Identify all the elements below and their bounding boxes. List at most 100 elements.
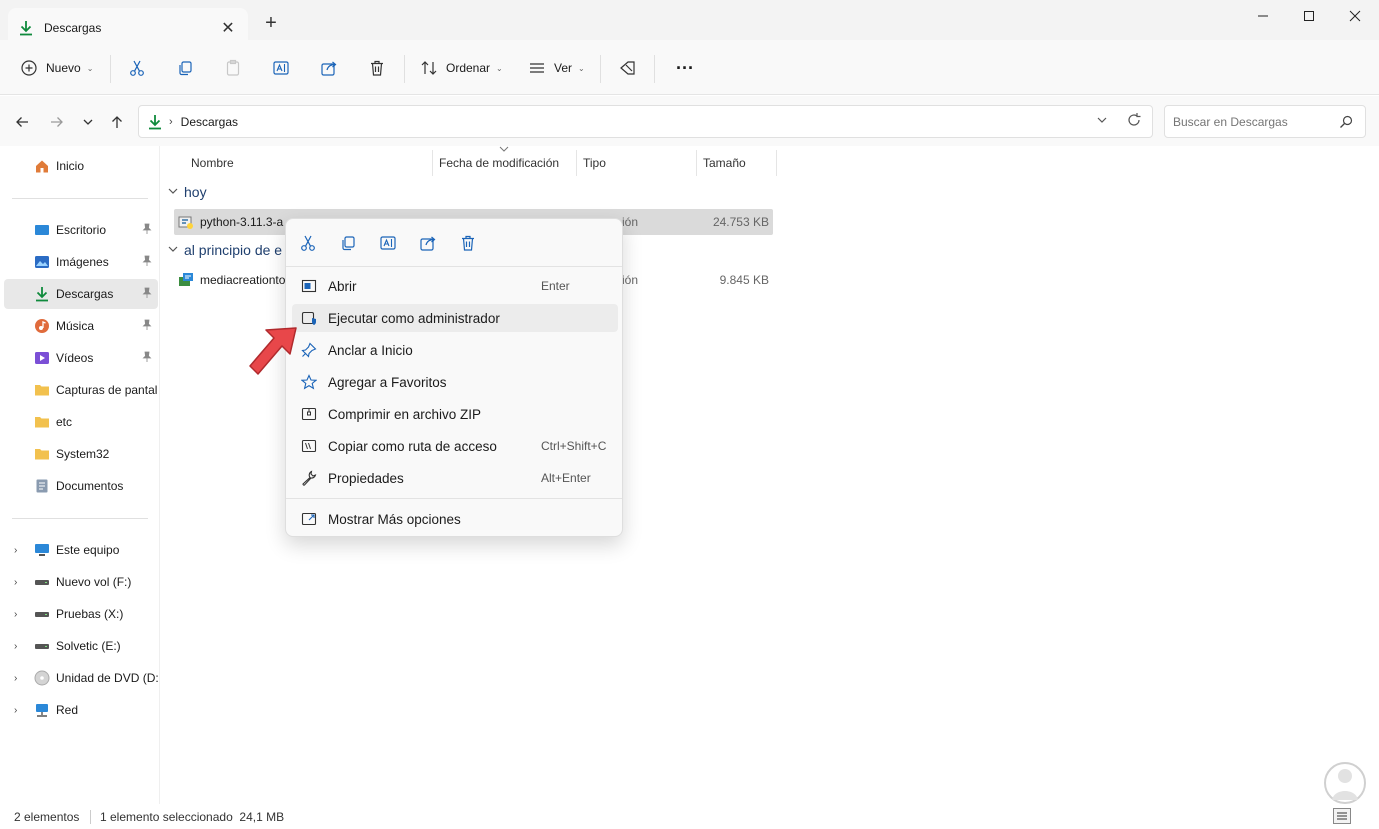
sidebar-item-label: System32 — [56, 447, 110, 461]
address-dropdown-icon[interactable] — [1096, 114, 1108, 129]
sidebar-item-imagenes[interactable]: Imágenes — [4, 247, 158, 277]
sidebar-divider — [12, 198, 148, 199]
chevron-right-icon[interactable]: › — [14, 577, 17, 588]
sidebar-item-videos[interactable]: Vídeos — [4, 343, 158, 373]
chevron-down-icon — [168, 245, 178, 256]
star-icon — [300, 373, 318, 391]
status-bar: 2 elementos 1 elemento seleccionado 24,1… — [0, 804, 1379, 829]
desktop-icon — [35, 225, 49, 235]
status-divider — [90, 810, 91, 824]
breadcrumb-chevron-icon: › — [169, 115, 173, 128]
admin-shield-icon — [300, 309, 318, 327]
breadcrumb[interactable]: Descargas — [181, 115, 238, 129]
sidebar-item-documentos[interactable]: Documentos — [4, 471, 158, 501]
column-divider[interactable] — [776, 150, 777, 176]
menu-item-properties[interactable]: Propiedades Alt+Enter — [292, 464, 618, 492]
media-creation-tool-icon — [179, 273, 193, 286]
sidebar-item-etc[interactable]: etc — [4, 407, 158, 437]
menu-item-open[interactable]: Abrir Enter — [292, 272, 618, 300]
chevron-right-icon[interactable]: › — [14, 545, 17, 556]
clean-button[interactable] — [618, 54, 636, 82]
copy-action[interactable] — [338, 233, 358, 253]
column-header-modified[interactable]: Fecha de modificación — [439, 152, 559, 174]
sort-button[interactable]: Ordenar ⌄ — [420, 54, 503, 82]
menu-item-copy-path[interactable]: Copiar como ruta de acceso Ctrl+Shift+C — [292, 432, 618, 460]
sidebar-item-este-equipo[interactable]: › Este equipo — [4, 535, 158, 565]
chevron-down-icon: ⌄ — [496, 63, 503, 73]
delete-action[interactable] — [458, 233, 478, 253]
search-box[interactable] — [1164, 105, 1366, 138]
address-bar[interactable]: › Descargas — [138, 105, 1153, 138]
copy-icon — [179, 61, 192, 76]
chevron-right-icon[interactable]: › — [14, 673, 17, 684]
close-window-button[interactable] — [1332, 0, 1378, 32]
group-header-earlier[interactable]: al principio de e — [168, 242, 282, 258]
menu-item-compress-zip[interactable]: Comprimir en archivo ZIP — [292, 400, 618, 428]
view-button[interactable]: Ver ⌄ — [528, 54, 585, 82]
column-divider[interactable] — [576, 150, 577, 176]
new-tab-button[interactable]: + — [260, 12, 282, 34]
column-header-name[interactable]: Nombre — [191, 152, 234, 174]
recent-locations-button[interactable] — [78, 112, 98, 132]
sidebar-item-musica[interactable]: Música — [4, 311, 158, 341]
pin-icon[interactable] — [142, 255, 152, 267]
more-options-button[interactable]: ··· — [676, 54, 694, 82]
share-action[interactable] — [418, 233, 438, 253]
menu-item-label: Anclar a Inicio — [328, 342, 413, 358]
pin-icon[interactable] — [142, 319, 152, 331]
chevron-right-icon[interactable]: › — [14, 641, 17, 652]
sidebar-item-system32[interactable]: System32 — [4, 439, 158, 469]
search-input[interactable] — [1173, 114, 1333, 129]
file-name: mediacreationto — [200, 273, 286, 287]
rename-button[interactable] — [272, 54, 290, 82]
sidebar-item-dvd[interactable]: › Unidad de DVD (D:) — [4, 663, 158, 693]
cut-button[interactable] — [128, 54, 146, 82]
computer-icon — [35, 544, 49, 556]
group-header-today[interactable]: hoy — [168, 184, 207, 200]
menu-item-show-more-options[interactable]: Mostrar Más opciones — [292, 505, 618, 533]
context-menu: Abrir Enter Ejecutar como administrador … — [285, 218, 623, 537]
file-size: 24.753 KB — [712, 215, 769, 229]
close-tab-button[interactable]: ✕ — [218, 18, 238, 38]
minimize-button[interactable] — [1240, 0, 1286, 32]
rename-action[interactable] — [378, 233, 398, 253]
copy-button[interactable] — [176, 54, 194, 82]
column-divider[interactable] — [432, 150, 433, 176]
menu-item-run-as-admin[interactable]: Ejecutar como administrador — [292, 304, 618, 332]
menu-item-pin-to-start[interactable]: Anclar a Inicio — [292, 336, 618, 364]
column-header-size[interactable]: Tamaño — [703, 152, 746, 174]
address-row: › Descargas — [0, 96, 1379, 146]
sidebar-item-solvetic[interactable]: › Solvetic (E:) — [4, 631, 158, 661]
menu-item-add-favorites[interactable]: Agregar a Favoritos — [292, 368, 618, 396]
pin-icon[interactable] — [142, 287, 152, 299]
arrow-up-icon — [112, 116, 122, 128]
share-button[interactable] — [320, 54, 338, 82]
forward-button[interactable] — [47, 112, 67, 132]
tab-title: Descargas — [44, 21, 102, 35]
sidebar-item-capturas[interactable]: Capturas de pantall — [4, 375, 158, 405]
chevron-right-icon[interactable]: › — [14, 609, 17, 620]
sidebar-item-home[interactable]: Inicio — [4, 151, 158, 181]
sidebar-item-pruebas[interactable]: › Pruebas (X:) — [4, 599, 158, 629]
sort-icon — [421, 61, 437, 75]
back-button[interactable] — [12, 112, 32, 132]
sidebar-item-nuevo-vol[interactable]: › Nuevo vol (F:) — [4, 567, 158, 597]
paste-button[interactable] — [224, 54, 242, 82]
pin-icon[interactable] — [142, 351, 152, 363]
sidebar-item-descargas[interactable]: Descargas — [4, 279, 158, 309]
sidebar-item-escritorio[interactable]: Escritorio — [4, 215, 158, 245]
toolbar-divider — [654, 55, 655, 83]
sidebar-item-red[interactable]: › Red — [4, 695, 158, 725]
cut-action[interactable] — [298, 233, 318, 253]
refresh-icon[interactable] — [1126, 112, 1142, 131]
menu-divider — [286, 498, 622, 499]
up-button[interactable] — [107, 112, 127, 132]
pin-icon[interactable] — [142, 223, 152, 235]
column-divider[interactable] — [696, 150, 697, 176]
new-button[interactable]: Nuevo ⌄ — [20, 54, 93, 82]
maximize-button[interactable] — [1286, 0, 1332, 32]
chevron-right-icon[interactable]: › — [14, 705, 17, 716]
column-header-type[interactable]: Tipo — [583, 152, 606, 174]
drive-icon — [35, 644, 49, 649]
delete-button[interactable] — [368, 54, 386, 82]
